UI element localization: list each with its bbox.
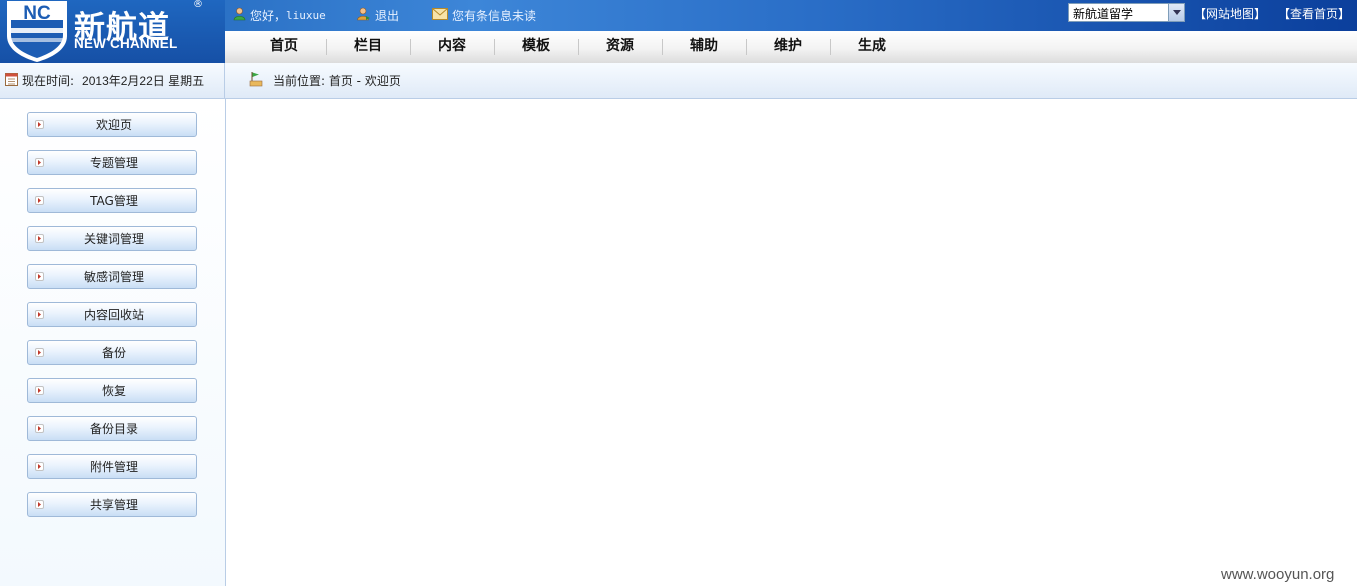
time-label: 现在时间: <box>22 74 75 88</box>
sidebar-item-label: 共享管理 <box>89 498 138 512</box>
calendar-icon <box>5 72 18 89</box>
nav-item-maintenance[interactable]: 维护 <box>746 31 830 63</box>
sidebar-item-keywords[interactable]: 关键词管理 <box>27 226 197 251</box>
arrow-bullet-icon <box>35 120 44 129</box>
sidebar-item-label: 内容回收站 <box>83 308 144 322</box>
site-select[interactable]: 新航道留学 <box>1068 3 1185 22</box>
logout-link[interactable]: 退出 <box>357 7 399 24</box>
location-text: 当前位置: 首页 - 欢迎页 <box>273 74 401 88</box>
sidebar-item-label: 恢复 <box>101 384 126 398</box>
message-text: 您有条信息未读 <box>452 9 537 23</box>
nav-item-generate[interactable]: 生成 <box>830 31 914 63</box>
sidebar-item-label: 备份 <box>101 346 126 360</box>
sidebar-item-welcome[interactable]: 欢迎页 <box>27 112 197 137</box>
username: liuxue <box>286 9 326 22</box>
sidebar-item-label: TAG管理 <box>90 194 138 208</box>
arrow-bullet-icon <box>35 272 44 281</box>
logout-text: 退出 <box>375 9 400 23</box>
greeting: 您好， liuxue <box>233 7 326 24</box>
arrow-bullet-icon <box>35 234 44 243</box>
chevron-down-icon[interactable] <box>1168 4 1184 21</box>
current-time: 现在时间: 2013年2月22日 星期五 <box>0 63 225 98</box>
registered-mark: ® <box>193 0 203 10</box>
sidebar-item-backup-directory[interactable]: 备份目录 <box>27 416 197 441</box>
sidebar-item-label: 关键词管理 <box>83 232 144 246</box>
sidebar-item-tags[interactable]: TAG管理 <box>27 188 197 213</box>
nav-item-resources[interactable]: 资源 <box>578 31 662 63</box>
sidebar-item-sharing[interactable]: 共享管理 <box>27 492 197 517</box>
arrow-bullet-icon <box>35 462 44 471</box>
envelope-icon <box>432 8 448 23</box>
location-flag-icon <box>249 71 263 90</box>
nav-item-home[interactable]: 首页 <box>242 31 326 63</box>
sidebar-item-label: 附件管理 <box>89 460 138 474</box>
sidebar-item-label: 欢迎页 <box>95 118 132 132</box>
user-icon <box>233 7 246 24</box>
breadcrumb: 当前位置: 首页 - 欢迎页 <box>249 63 401 98</box>
message-link[interactable]: 您有条信息未读 <box>432 7 536 24</box>
nav-item-columns[interactable]: 栏目 <box>326 31 410 63</box>
sitemap-link[interactable]: 【网站地图】 <box>1194 5 1266 22</box>
nav-item-auxiliary[interactable]: 辅助 <box>662 31 746 63</box>
sidebar-item-label: 专题管理 <box>89 156 138 170</box>
arrow-bullet-icon <box>35 196 44 205</box>
sidebar-item-label: 备份目录 <box>89 422 138 436</box>
nav-item-template[interactable]: 模板 <box>494 31 578 63</box>
nav-item-content[interactable]: 内容 <box>410 31 494 63</box>
shield-logo-icon: NC <box>7 1 67 62</box>
brand-name-en: NEW CHANNEL <box>74 36 178 51</box>
sidebar: 欢迎页 专题管理 TAG管理 关键词管理 敏感词管理 内容回收站 备份 恢复 备… <box>0 99 226 586</box>
sidebar-item-label: 敏感词管理 <box>83 270 144 284</box>
sidebar-item-attachments[interactable]: 附件管理 <box>27 454 197 479</box>
sidebar-item-restore[interactable]: 恢复 <box>27 378 197 403</box>
svg-text:NC: NC <box>23 3 51 24</box>
greeting-text: 您好， <box>250 9 287 23</box>
arrow-bullet-icon <box>35 424 44 433</box>
info-bar: 现在时间: 2013年2月22日 星期五 当前位置: 首页 - 欢迎页 <box>0 63 1357 99</box>
sidebar-item-sensitive-words[interactable]: 敏感词管理 <box>27 264 197 289</box>
arrow-bullet-icon <box>35 348 44 357</box>
header: NC 新航道 NEW CHANNEL ® 您好， liuxue 退出 您有条信息未… <box>0 0 1357 63</box>
sidebar-item-topics[interactable]: 专题管理 <box>27 150 197 175</box>
arrow-bullet-icon <box>35 310 44 319</box>
arrow-bullet-icon <box>35 386 44 395</box>
time-value: 2013年2月22日 星期五 <box>82 74 205 88</box>
arrow-bullet-icon <box>35 500 44 509</box>
top-bar: 您好， liuxue 退出 您有条信息未读 新航道留学 【网站地图】 【查看首页】 <box>225 0 1357 31</box>
site-select-value: 新航道留学 <box>1073 7 1134 21</box>
watermark: www.wooyun.org <box>1221 566 1335 583</box>
sidebar-item-backup[interactable]: 备份 <box>27 340 197 365</box>
main-content <box>227 99 1357 586</box>
logout-user-icon <box>357 7 371 24</box>
sidebar-item-recycle-bin[interactable]: 内容回收站 <box>27 302 197 327</box>
main-nav: 首页 栏目 内容 模板 资源 辅助 维护 生成 <box>225 31 1357 63</box>
arrow-bullet-icon <box>35 158 44 167</box>
view-home-link[interactable]: 【查看首页】 <box>1278 5 1350 22</box>
brand-logo[interactable]: NC 新航道 NEW CHANNEL ® <box>0 0 225 63</box>
